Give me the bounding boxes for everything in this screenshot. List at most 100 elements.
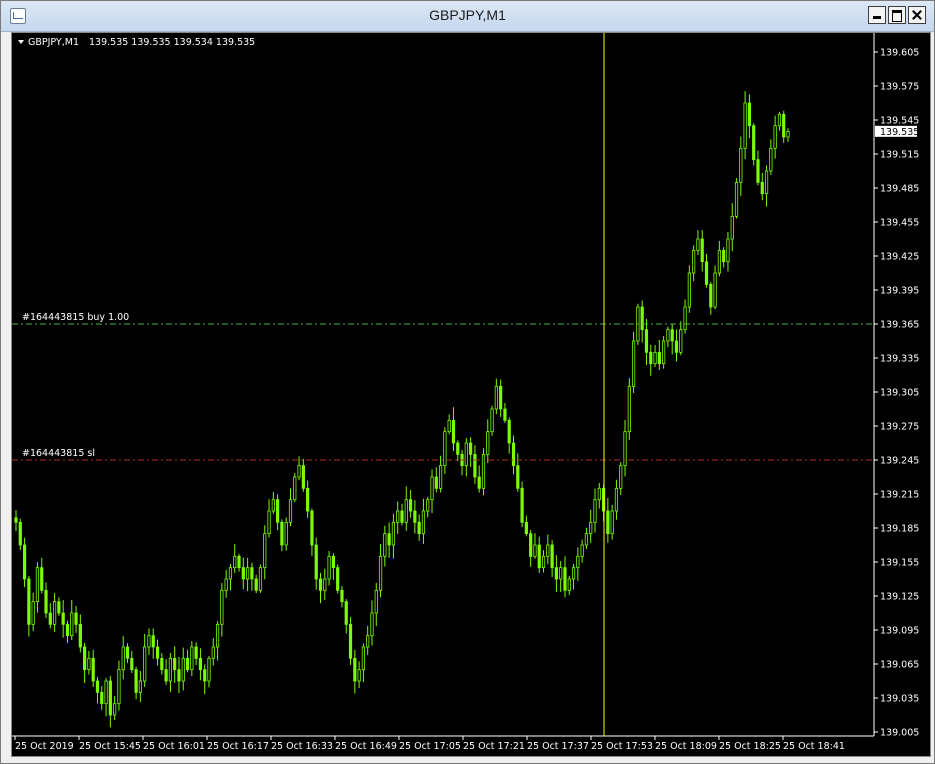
candle-body bbox=[473, 453, 477, 478]
candle-body bbox=[125, 646, 130, 659]
candle-body bbox=[632, 340, 636, 387]
candle-body bbox=[773, 125, 777, 149]
candle-body bbox=[490, 408, 494, 433]
candle-body bbox=[70, 612, 74, 637]
candle-body bbox=[782, 113, 786, 138]
candlestick-chart-svg[interactable]: GBPJPY,M1 139.535 139.535 139.534 139.53… bbox=[12, 33, 930, 756]
candle-body bbox=[215, 623, 220, 648]
candle-body bbox=[130, 657, 134, 671]
candle-body bbox=[297, 465, 301, 478]
candle-body bbox=[168, 657, 172, 682]
candle-body bbox=[563, 567, 567, 591]
candle-body bbox=[241, 567, 245, 580]
candle-body bbox=[203, 669, 207, 682]
minimize-icon[interactable] bbox=[868, 6, 886, 24]
candle-body bbox=[408, 499, 413, 512]
candle-body bbox=[181, 657, 185, 682]
candle-body bbox=[366, 635, 370, 648]
candle-body bbox=[704, 261, 709, 285]
maximize-icon[interactable] bbox=[888, 6, 906, 24]
price-tick-label: 139.425 bbox=[880, 252, 919, 263]
candle-body bbox=[250, 567, 254, 580]
candle-body bbox=[151, 635, 155, 648]
window-title: GBPJPY,M1 bbox=[429, 7, 506, 23]
price-axis: 139.605 139.575 139.545 139.515 139.485 139.4… bbox=[874, 48, 919, 739]
candle-body bbox=[18, 521, 22, 546]
candle-body bbox=[185, 657, 190, 671]
candle-body bbox=[486, 431, 490, 455]
candle-body bbox=[104, 680, 108, 705]
candle-body bbox=[529, 533, 533, 557]
candle-body bbox=[198, 657, 203, 671]
candle-body bbox=[421, 510, 426, 535]
candle-body bbox=[160, 657, 164, 671]
candle-body bbox=[40, 567, 44, 591]
candle-body bbox=[657, 351, 661, 365]
candle-body bbox=[541, 555, 546, 569]
candle-body bbox=[649, 351, 653, 365]
candle-body bbox=[623, 431, 627, 467]
price-tick-label: 139.215 bbox=[880, 490, 919, 501]
candle-body bbox=[190, 646, 194, 671]
candle-body bbox=[499, 385, 503, 410]
candle-body bbox=[756, 159, 760, 183]
candle-body bbox=[722, 249, 726, 263]
candle-body bbox=[121, 646, 125, 671]
candle-body bbox=[331, 555, 335, 569]
close-icon[interactable] bbox=[908, 6, 926, 24]
candle-body bbox=[173, 657, 177, 671]
candle-body bbox=[233, 555, 237, 569]
window-controls bbox=[868, 6, 926, 24]
candle-body bbox=[786, 130, 790, 138]
candle-body bbox=[318, 578, 323, 591]
candle-body bbox=[524, 521, 528, 535]
time-tick-label: 25 Oct 2019 bbox=[15, 741, 74, 752]
window-titlebar[interactable]: GBPJPY,M1 bbox=[1, 1, 934, 32]
candle-body bbox=[374, 589, 378, 614]
candle-body bbox=[593, 499, 597, 523]
price-chart[interactable]: GBPJPY,M1 139.535 139.535 139.534 139.53… bbox=[11, 32, 931, 757]
candle-body bbox=[640, 306, 644, 331]
candles-group bbox=[14, 91, 790, 728]
candle-body bbox=[404, 499, 408, 523]
time-tick-label: 25 Oct 18:09 bbox=[655, 741, 717, 752]
candle-body bbox=[456, 442, 460, 455]
price-tick-label: 139.065 bbox=[880, 660, 919, 671]
candle-body bbox=[713, 272, 717, 308]
candle-body bbox=[78, 623, 82, 648]
candle-body bbox=[293, 476, 297, 501]
candle-body bbox=[546, 544, 550, 557]
price-tick-label: 139.305 bbox=[880, 388, 919, 399]
candle-body bbox=[35, 567, 40, 603]
candle-body bbox=[683, 306, 687, 331]
time-tick-label: 25 Oct 16:49 bbox=[335, 741, 397, 752]
candle-body bbox=[87, 657, 91, 671]
candle-body bbox=[674, 340, 679, 353]
price-tick-label: 139.095 bbox=[880, 626, 919, 637]
candle-body bbox=[301, 465, 305, 489]
candle-body bbox=[228, 567, 233, 580]
candle-body bbox=[267, 510, 271, 535]
candle-body bbox=[451, 419, 456, 444]
symbol-menu-arrow-icon[interactable] bbox=[18, 40, 24, 44]
candle-body bbox=[336, 567, 340, 591]
candle-body bbox=[117, 669, 121, 705]
candle-body bbox=[627, 385, 631, 433]
candle-body bbox=[666, 329, 670, 342]
candle-body bbox=[61, 612, 65, 625]
candle-body bbox=[481, 453, 486, 489]
price-tick-label: 139.575 bbox=[880, 82, 919, 93]
candle-body bbox=[443, 431, 447, 467]
candle-body bbox=[709, 283, 713, 308]
candle-body bbox=[584, 533, 589, 546]
candle-body bbox=[687, 272, 691, 308]
candle-body bbox=[271, 499, 275, 512]
time-tick-label: 25 Oct 17:53 bbox=[591, 741, 653, 752]
candle-body bbox=[177, 669, 181, 682]
candle-body bbox=[220, 589, 224, 625]
candle-body bbox=[619, 465, 623, 489]
candle-body bbox=[113, 703, 117, 716]
candle-body bbox=[469, 442, 473, 455]
candle-body bbox=[27, 578, 31, 625]
candle-body bbox=[679, 329, 683, 353]
